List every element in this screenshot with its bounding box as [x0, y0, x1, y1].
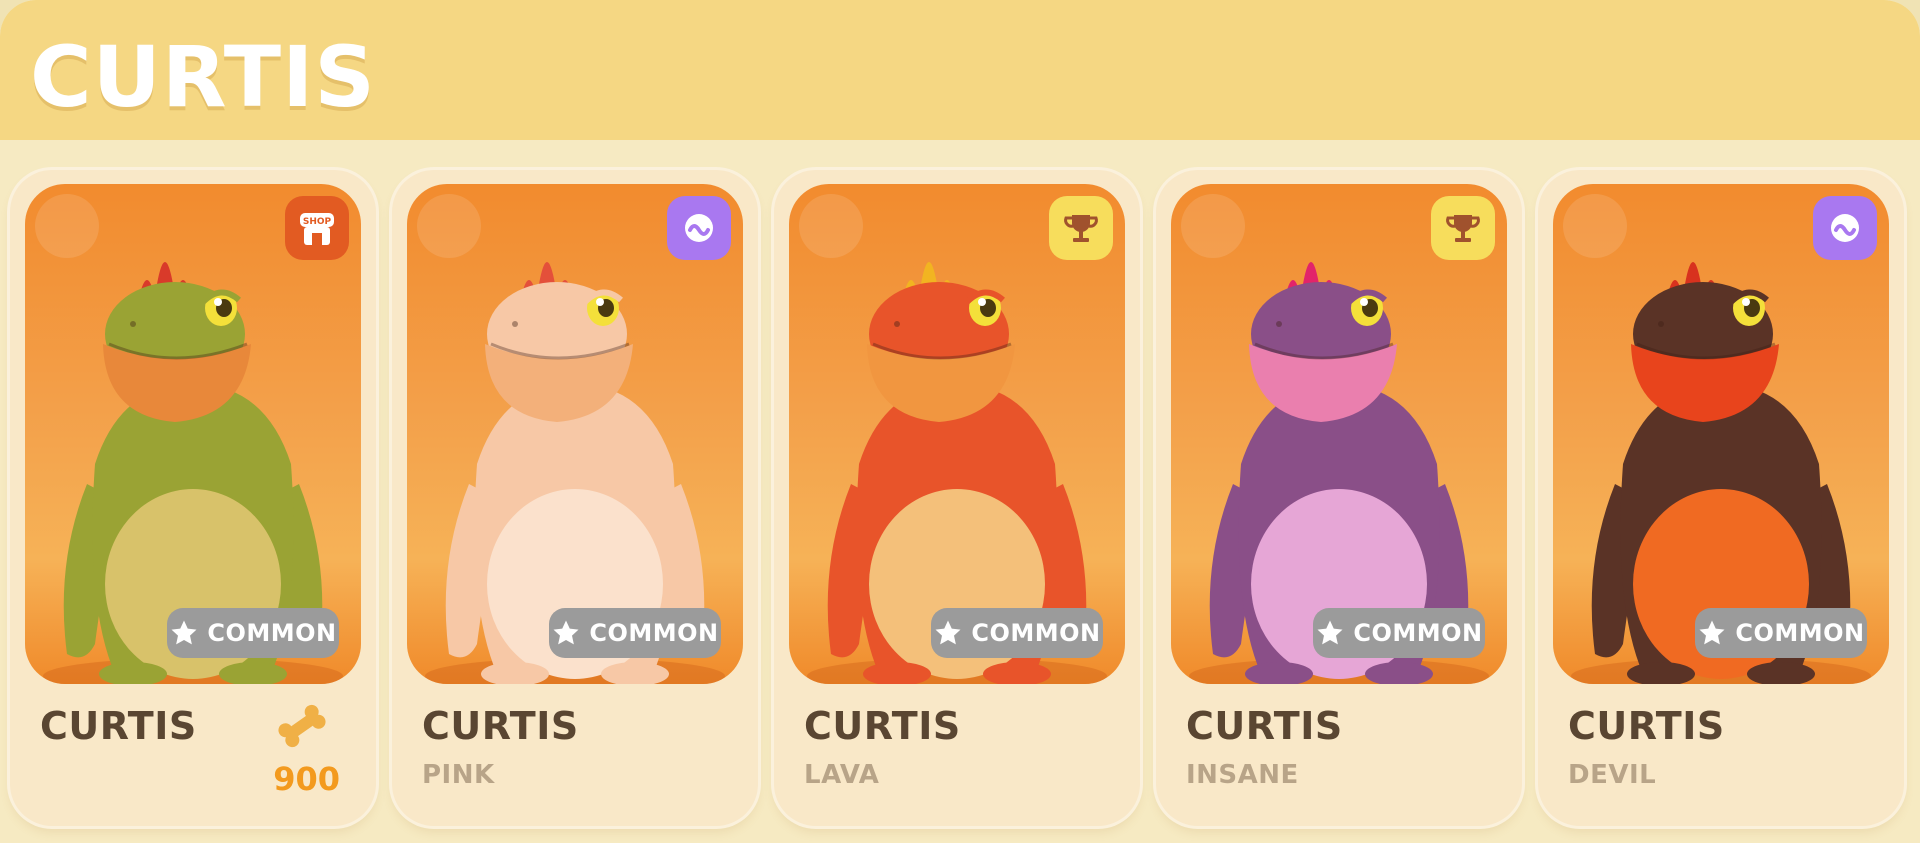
- eye-shine: [1742, 298, 1750, 306]
- nostril: [130, 321, 136, 327]
- star-icon: [171, 620, 197, 645]
- pass-icon: [1831, 214, 1859, 242]
- nostril: [894, 321, 900, 327]
- trophy-icon: [1064, 215, 1098, 242]
- costume-card[interactable]: COMMON CURTIS LAVA: [774, 170, 1140, 826]
- page-title: CURTIS: [30, 28, 376, 126]
- trophy-icon: [1446, 215, 1480, 242]
- costume-card[interactable]: COMMON CURTIS PINK: [392, 170, 758, 826]
- costume-card[interactable]: COMMON CURTIS DEVIL: [1538, 170, 1904, 826]
- rarity-label: COMMON: [207, 619, 337, 647]
- rarity-badge: COMMON: [1313, 608, 1485, 658]
- rarity-label: COMMON: [589, 619, 719, 647]
- rarity-badge: COMMON: [549, 608, 721, 658]
- card-artwork: SHOP COMMON: [25, 184, 361, 684]
- eye-shine: [214, 298, 222, 306]
- rarity-badge: COMMON: [931, 608, 1103, 658]
- card-variant: LAVA: [804, 760, 880, 790]
- nostril: [512, 321, 518, 327]
- card-artwork: COMMON: [1171, 184, 1507, 684]
- trophy-badge: [1049, 196, 1113, 260]
- rarity-label: COMMON: [1353, 619, 1483, 647]
- card-variant: INSANE: [1186, 760, 1299, 790]
- card-name: CURTIS: [1186, 704, 1343, 748]
- eye-shine: [1360, 298, 1368, 306]
- bone-icon: [278, 704, 326, 748]
- star-icon: [1317, 620, 1343, 645]
- card-name: CURTIS: [40, 704, 197, 748]
- card-name: CURTIS: [804, 704, 961, 748]
- pass-badge: [667, 196, 731, 260]
- card-name: CURTIS: [1568, 704, 1725, 748]
- trophy-badge: [1431, 196, 1495, 260]
- pass-badge: [1813, 196, 1877, 260]
- star-icon: [935, 620, 961, 645]
- star-icon: [1699, 620, 1725, 645]
- card-variant: DEVIL: [1568, 760, 1657, 790]
- panel-header: CURTIS: [0, 0, 1920, 140]
- crest-spike: [1685, 262, 1701, 284]
- card-variant: PINK: [422, 760, 495, 790]
- shop-badge-label: SHOP: [303, 217, 332, 227]
- crest-spike: [157, 262, 173, 284]
- rarity-label: COMMON: [971, 619, 1101, 647]
- rarity-badge: COMMON: [167, 608, 339, 658]
- pass-icon: [685, 214, 713, 242]
- price-value: 900: [273, 760, 340, 798]
- card-list: SHOP COMMON CURTIS 900 COMMON CURTIS PIN…: [10, 170, 1904, 826]
- shop-icon: SHOP: [300, 213, 334, 245]
- eye-shine: [596, 298, 604, 306]
- eye-shine: [978, 298, 986, 306]
- card-artwork: COMMON: [789, 184, 1125, 684]
- nostril: [1276, 321, 1282, 327]
- crest-spike: [1303, 262, 1319, 284]
- rarity-label: COMMON: [1735, 619, 1865, 647]
- card-artwork: COMMON: [1553, 184, 1889, 684]
- card-artwork: COMMON: [407, 184, 743, 684]
- star-icon: [553, 620, 579, 645]
- costume-panel: CURTIS SHOP COMMON CURTIS 900 COMMON CUR…: [0, 0, 1920, 843]
- nostril: [1658, 321, 1664, 327]
- costume-card[interactable]: COMMON CURTIS INSANE: [1156, 170, 1522, 826]
- rarity-badge: COMMON: [1695, 608, 1867, 658]
- costume-card[interactable]: SHOP COMMON CURTIS 900: [10, 170, 376, 826]
- shop-badge: SHOP: [285, 196, 349, 260]
- crest-spike: [539, 262, 555, 284]
- card-name: CURTIS: [422, 704, 579, 748]
- crest-spike: [921, 262, 937, 284]
